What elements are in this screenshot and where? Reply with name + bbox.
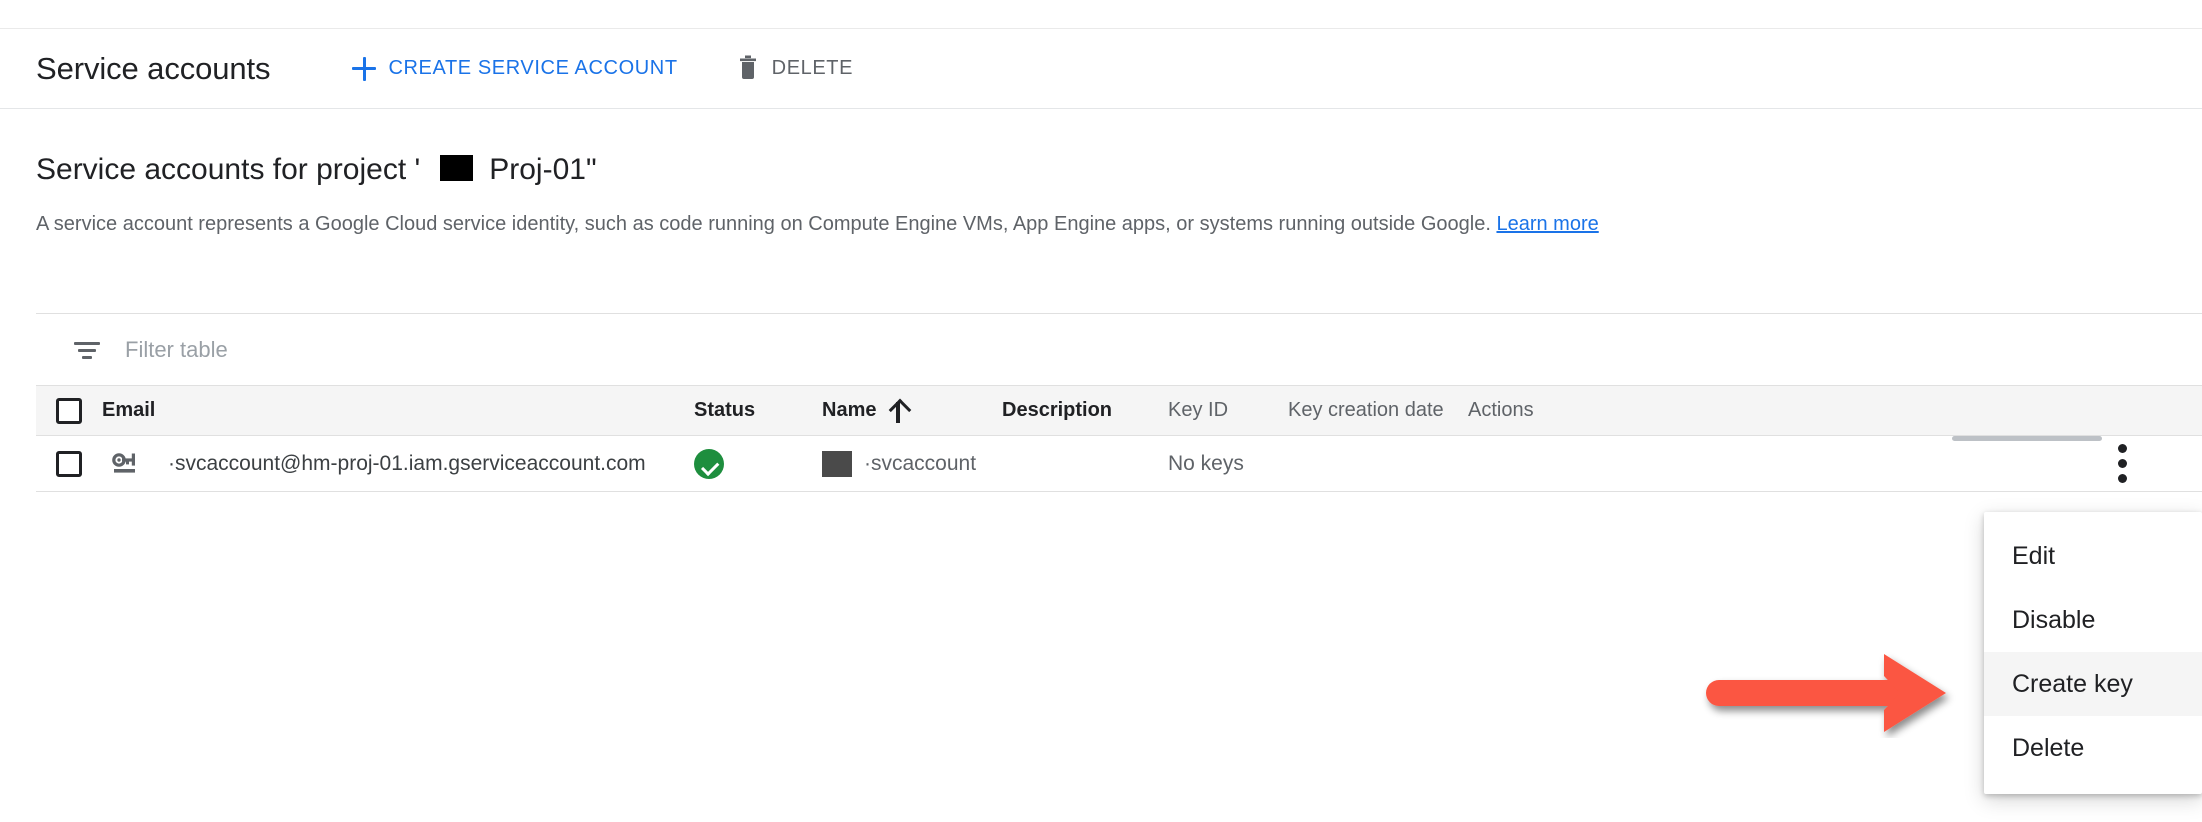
table-header-row: Email Status Name Description Key ID Key… bbox=[36, 385, 2202, 436]
top-strip bbox=[0, 0, 2202, 28]
key-card-icon bbox=[110, 448, 142, 480]
cell-key-id-text: No keys bbox=[1168, 452, 1244, 475]
menu-item-create-key-label: Create key bbox=[2012, 670, 2133, 699]
delete-label: DELETE bbox=[772, 57, 853, 80]
project-name: Proj-01" bbox=[489, 153, 596, 187]
column-header-email[interactable]: Email bbox=[102, 399, 694, 422]
cell-email: ·svcaccount@hm-proj-01.iam.gserviceaccou… bbox=[102, 448, 694, 480]
page-header-section: Service accounts for project ' Proj-01" … bbox=[0, 110, 2202, 237]
annotation-arrow-icon bbox=[1700, 648, 2000, 738]
select-all-cell bbox=[36, 398, 102, 424]
page-description-text: A service account represents a Google Cl… bbox=[36, 213, 1491, 235]
menu-item-delete[interactable]: Delete bbox=[1984, 716, 2202, 780]
cell-name-text: ·svcaccount bbox=[864, 452, 976, 476]
menu-item-disable-label: Disable bbox=[2012, 606, 2095, 635]
delete-button[interactable]: DELETE bbox=[726, 43, 863, 95]
column-header-key-id[interactable]: Key ID bbox=[1168, 399, 1288, 422]
row-select-cell bbox=[36, 451, 102, 477]
column-header-name-text: Name bbox=[822, 399, 876, 422]
menu-item-edit-label: Edit bbox=[2012, 542, 2055, 571]
menu-item-edit[interactable]: Edit bbox=[1984, 524, 2202, 588]
check-circle-icon bbox=[694, 449, 724, 479]
create-service-account-label: CREATE SERVICE ACCOUNT bbox=[388, 57, 677, 80]
cell-email-text: ·svcaccount@hm-proj-01.iam.gserviceaccou… bbox=[168, 452, 646, 476]
redaction-block-project bbox=[440, 155, 473, 181]
redaction-block-name bbox=[822, 451, 852, 477]
menu-item-create-key[interactable]: Create key bbox=[1984, 652, 2202, 716]
trash-icon bbox=[736, 54, 760, 83]
row-checkbox[interactable] bbox=[56, 451, 82, 477]
column-header-actions: Actions bbox=[1468, 399, 2202, 422]
column-header-name[interactable]: Name bbox=[822, 399, 1002, 423]
menu-item-delete-label: Delete bbox=[2012, 734, 2084, 763]
learn-more-link[interactable]: Learn more bbox=[1496, 213, 1598, 235]
column-header-status[interactable]: Status bbox=[694, 399, 822, 422]
service-accounts-page: Service accounts CREATE SERVICE ACCOUNT … bbox=[0, 0, 2202, 822]
column-header-name-label: Name bbox=[822, 399, 908, 423]
column-header-status-label: Status bbox=[694, 399, 755, 422]
row-actions-menu: Edit Disable Create key Delete bbox=[1984, 512, 2202, 794]
project-heading: Service accounts for project ' Proj-01" bbox=[36, 153, 2202, 187]
filter-bar bbox=[36, 313, 2202, 385]
service-accounts-table: Email Status Name Description Key ID Key… bbox=[36, 385, 2202, 492]
create-service-account-button[interactable]: CREATE SERVICE ACCOUNT bbox=[342, 43, 687, 95]
filter-input[interactable] bbox=[125, 337, 825, 363]
cell-name: ·svcaccount bbox=[822, 451, 1002, 477]
cell-key-id: No keys bbox=[1168, 452, 1288, 476]
column-header-description[interactable]: Description bbox=[1002, 399, 1168, 422]
column-header-key-creation-date[interactable]: Key creation date bbox=[1288, 399, 1468, 422]
column-header-description-label: Description bbox=[1002, 399, 1112, 421]
project-heading-prefix: Service accounts for project ' bbox=[36, 153, 420, 187]
more-vert-icon[interactable] bbox=[2118, 444, 2128, 483]
page-description: A service account represents a Google Cl… bbox=[36, 211, 2202, 237]
sort-ascending-arrow-icon bbox=[888, 399, 908, 423]
column-header-email-label: Email bbox=[102, 399, 155, 422]
page-title: Service accounts bbox=[36, 51, 270, 87]
plus-icon bbox=[352, 57, 376, 81]
filter-icon[interactable] bbox=[74, 337, 100, 363]
table-row[interactable]: ·svcaccount@hm-proj-01.iam.gserviceaccou… bbox=[36, 436, 2202, 492]
horizontal-scrollbar[interactable] bbox=[1952, 436, 2102, 441]
select-all-checkbox[interactable] bbox=[56, 398, 82, 424]
column-header-key-creation-date-label: Key creation date bbox=[1288, 399, 1444, 421]
page-toolbar: Service accounts CREATE SERVICE ACCOUNT … bbox=[0, 29, 2202, 109]
column-header-key-id-label: Key ID bbox=[1168, 399, 1228, 421]
cell-status bbox=[694, 449, 822, 479]
column-header-actions-label: Actions bbox=[1468, 399, 1534, 422]
cell-actions bbox=[1468, 444, 2202, 483]
menu-item-disable[interactable]: Disable bbox=[1984, 588, 2202, 652]
